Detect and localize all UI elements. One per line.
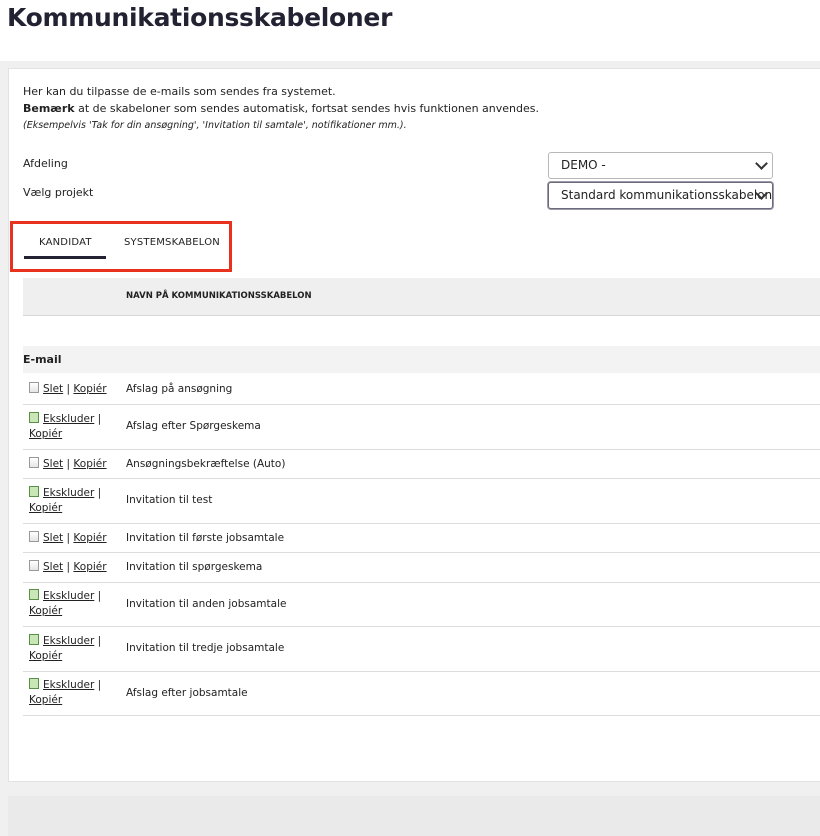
document-icon [29, 560, 39, 571]
table-row: Ekskluder | Kopiér Invitation til test [23, 479, 820, 524]
copy-link[interactable]: Kopiér [29, 502, 62, 514]
page-title: Kommunikationsskabeloner [7, 3, 393, 32]
group-label: E-mail [23, 353, 62, 366]
tab-kandidat[interactable]: KANDIDAT [39, 237, 92, 248]
project-select[interactable]: Standard kommunikationsskabeloner [548, 182, 773, 209]
template-name: Invitation til første jobsamtale [126, 532, 285, 544]
intro-note-bold: Bemærk [23, 102, 75, 115]
copy-link[interactable]: Kopiér [29, 428, 62, 440]
exclude-link[interactable]: Ekskluder [43, 679, 94, 691]
separator: | [97, 487, 102, 499]
exclude-icon [29, 678, 39, 689]
template-name: Invitation til spørgeskema [126, 561, 263, 573]
copy-link[interactable]: Kopiér [73, 561, 106, 573]
table-row: Slet | Kopiér Ansøgningsbekræftelse (Aut… [23, 450, 820, 479]
document-icon [29, 382, 39, 393]
row-actions: Ekskluder | Kopiér [29, 486, 101, 516]
template-name: Invitation til test [126, 494, 213, 506]
row-actions: Ekskluder | Kopiér [29, 678, 101, 708]
template-name: Afslag efter Spørgeskema [126, 420, 261, 432]
intro-line-2: Bemærk at de skabeloner som sendes autom… [23, 100, 539, 117]
template-name: Invitation til anden jobsamtale [126, 598, 287, 610]
separator: | [66, 383, 71, 395]
document-icon [29, 457, 39, 468]
document-icon [29, 531, 39, 542]
template-name: Afslag efter jobsamtale [126, 687, 248, 699]
delete-link[interactable]: Slet [43, 458, 63, 470]
exclude-icon [29, 486, 39, 497]
intro-example: (Eksempelvis 'Tak for din ansøgning', 'I… [23, 120, 407, 131]
separator: | [97, 413, 102, 425]
department-select[interactable]: DEMO - [548, 152, 773, 179]
table-row: Ekskluder | Kopiér Afslag efter Spørgeske… [23, 405, 820, 450]
separator: | [97, 590, 102, 602]
row-actions: Ekskluder | Kopiér [29, 412, 101, 442]
template-name: Invitation til tredje jobsamtale [126, 642, 285, 654]
table-row: Slet | Kopiér Invitation til spørgeskema [23, 553, 820, 583]
copy-link[interactable]: Kopiér [29, 605, 62, 617]
table-header: NAVN PÅ KOMMUNIKATIONSSKABELON [23, 278, 820, 316]
active-tab-indicator [24, 256, 106, 259]
row-actions: Slet | Kopiér [29, 457, 107, 472]
intro-line-1: Her kan du tilpasse de e-mails som sende… [23, 85, 336, 98]
exclude-link[interactable]: Ekskluder [43, 635, 94, 647]
page-header: Kommunikationsskabeloner [0, 0, 820, 61]
column-header-name: NAVN PÅ KOMMUNIKATIONSSKABELON [126, 291, 312, 301]
group-header-email: E-mail [23, 346, 820, 373]
footer-panel [8, 796, 820, 836]
intro-note-text: at de skabeloner som sendes automatisk, … [74, 102, 539, 115]
project-select-value: Standard kommunikationsskabeloner [561, 188, 773, 202]
row-actions: Ekskluder | Kopiér [29, 634, 101, 664]
separator: | [66, 458, 71, 470]
table-row: Slet | Kopiér Invitation til første jobs… [23, 524, 820, 553]
separator: | [66, 532, 71, 544]
exclude-icon [29, 589, 39, 600]
copy-link[interactable]: Kopiér [73, 532, 106, 544]
copy-link[interactable]: Kopiér [29, 694, 62, 706]
template-name: Ansøgningsbekræftelse (Auto) [126, 458, 286, 470]
row-actions: Slet | Kopiér [29, 560, 107, 575]
delete-link[interactable]: Slet [43, 561, 63, 573]
exclude-icon [29, 634, 39, 645]
separator: | [66, 561, 71, 573]
delete-link[interactable]: Slet [43, 532, 63, 544]
separator: | [97, 635, 102, 647]
exclude-link[interactable]: Ekskluder [43, 487, 94, 499]
delete-link[interactable]: Slet [43, 383, 63, 395]
chevron-down-icon [755, 157, 768, 170]
copy-link[interactable]: Kopiér [73, 383, 106, 395]
template-name: Afslag på ansøgning [126, 383, 233, 395]
copy-link[interactable]: Kopiér [29, 650, 62, 662]
row-actions: Slet | Kopiér [29, 382, 107, 397]
row-actions: Ekskluder | Kopiér [29, 589, 101, 619]
project-label: Vælg projekt [23, 186, 94, 199]
row-actions: Slet | Kopiér [29, 531, 107, 546]
table-row: Slet | Kopiér Afslag på ansøgning [23, 374, 820, 405]
table-row: Ekskluder | Kopiér Afslag efter jobsamtal… [23, 672, 820, 716]
copy-link[interactable]: Kopiér [73, 458, 106, 470]
exclude-icon [29, 412, 39, 423]
department-label: Afdeling [23, 157, 68, 170]
intro-text: Her kan du tilpasse de e-mails som sende… [23, 83, 539, 134]
department-select-value: DEMO - [561, 158, 606, 172]
tab-systemskabelon[interactable]: SYSTEMSKABELON [124, 237, 220, 248]
exclude-link[interactable]: Ekskluder [43, 590, 94, 602]
table-row: Ekskluder | Kopiér Invitation til tredje … [23, 627, 820, 672]
exclude-link[interactable]: Ekskluder [43, 413, 94, 425]
table-row: Ekskluder | Kopiér Invitation til anden j… [23, 583, 820, 627]
separator: | [97, 679, 102, 691]
